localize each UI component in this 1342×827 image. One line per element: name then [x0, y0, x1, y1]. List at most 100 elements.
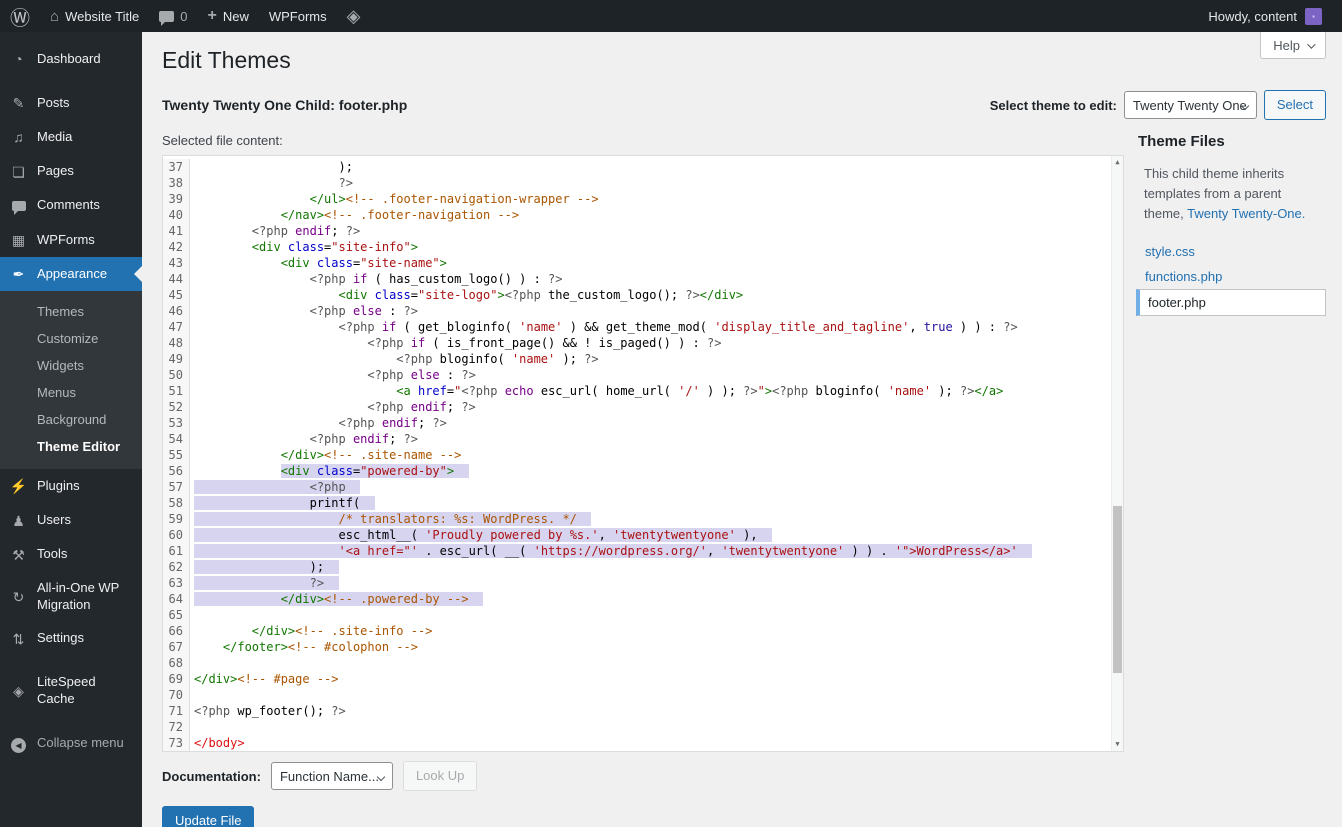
wordpress-logo-menu[interactable]: Ⓦ — [0, 0, 40, 32]
wpforms-icon: ▦ — [9, 231, 28, 249]
theme-select[interactable]: Twenty Twenty One — [1124, 91, 1257, 119]
code-line[interactable]: 52 <?php endif; ?> — [163, 399, 1123, 415]
migration-admin-bar-menu[interactable]: ◈ — [337, 0, 371, 32]
parent-theme-link[interactable]: Twenty Twenty-One. — [1187, 206, 1305, 221]
code-text: <a href="<?php echo esc_url( home_url( '… — [190, 383, 1003, 399]
site-name-label: Website Title — [65, 9, 139, 24]
appearance-icon: ✒ — [9, 265, 28, 283]
code-line[interactable]: 38 ?> — [163, 175, 1123, 191]
scroll-down-arrow[interactable]: ▼ — [1112, 738, 1123, 751]
sidebar-item-users[interactable]: ♟Users — [0, 504, 142, 538]
code-line[interactable]: 71<?php wp_footer(); ?> — [163, 703, 1123, 719]
code-line[interactable]: 61 '<a href="' . esc_url( __( 'https://w… — [163, 543, 1123, 559]
sidebar-item-collapse-menu[interactable]: ◀Collapse menu — [0, 726, 142, 761]
code-line[interactable]: 53 <?php endif; ?> — [163, 415, 1123, 431]
theme-select-value: Twenty Twenty One — [1133, 98, 1247, 113]
code-line[interactable]: 60 esc_html__( 'Proudly powered by %s.',… — [163, 527, 1123, 543]
code-line[interactable]: 40 </nav><!-- .footer-navigation --> — [163, 207, 1123, 223]
code-line[interactable]: 49 <?php bloginfo( 'name' ); ?> — [163, 351, 1123, 367]
code-line[interactable]: 62 ); — [163, 559, 1123, 575]
howdy-menu[interactable]: Howdy, content ▪ — [1198, 0, 1332, 32]
editor-scrollbar[interactable]: ▲ ▼ — [1111, 156, 1123, 751]
wpforms-menu[interactable]: WPForms — [259, 0, 337, 32]
code-text: </div><!-- .site-info --> — [190, 623, 432, 639]
line-number: 65 — [163, 607, 190, 623]
code-text: <?php if ( is_front_page() && ! is_paged… — [190, 335, 721, 351]
code-line[interactable]: 43 <div class="site-name"> — [163, 255, 1123, 271]
code-line[interactable]: 59 /* translators: %s: WordPress. */ — [163, 511, 1123, 527]
file-item-style-css[interactable]: style.css — [1136, 239, 1326, 264]
submenu-item-background[interactable]: Background — [0, 406, 142, 433]
submenu-item-customize[interactable]: Customize — [0, 325, 142, 352]
code-line[interactable]: 51 <a href="<?php echo esc_url( home_url… — [163, 383, 1123, 399]
code-line[interactable]: 68 — [163, 655, 1123, 671]
comments-menu[interactable]: 0 — [149, 0, 197, 32]
code-line[interactable]: 44 <?php if ( has_custom_logo() ) : ?> — [163, 271, 1123, 287]
sidebar-item-dashboard[interactable]: ◔Dashboard — [0, 42, 142, 76]
code-line[interactable]: 64 </div><!-- .powered-by --> — [163, 591, 1123, 607]
code-line[interactable]: 50 <?php else : ?> — [163, 367, 1123, 383]
code-line[interactable]: 54 <?php endif; ?> — [163, 431, 1123, 447]
sidebar-item-plugins[interactable]: ⚡Plugins — [0, 469, 142, 503]
new-content-menu[interactable]: + New — [197, 0, 258, 32]
submenu-item-theme-editor[interactable]: Theme Editor — [0, 433, 142, 460]
sidebar-item-posts[interactable]: ✎Posts — [0, 86, 142, 120]
lookup-button[interactable]: Look Up — [403, 761, 477, 791]
code-line[interactable]: 45 <div class="site-logo"><?php the_cust… — [163, 287, 1123, 303]
code-line[interactable]: 67 </footer><!-- #colophon --> — [163, 639, 1123, 655]
code-text: <?php endif; ?> — [190, 415, 447, 431]
file-item-footer-php[interactable]: footer.php — [1136, 289, 1326, 316]
sidebar-item-all-in-one-wp-migration[interactable]: ↻All-in-One WP Migration — [0, 572, 142, 622]
sidebar-item-comments[interactable]: Comments — [0, 189, 142, 223]
code-line[interactable]: 63 ?> — [163, 575, 1123, 591]
scrollbar-thumb[interactable] — [1113, 506, 1122, 673]
sidebar-item-label: Dashboard — [37, 51, 101, 68]
code-line[interactable]: 48 <?php if ( is_front_page() && ! is_pa… — [163, 335, 1123, 351]
code-line[interactable]: 42 <div class="site-info"> — [163, 239, 1123, 255]
sidebar-item-pages[interactable]: ❏Pages — [0, 155, 142, 189]
file-item-functions-php[interactable]: functions.php — [1136, 264, 1326, 289]
code-text — [190, 655, 194, 671]
code-line[interactable]: 66 </div><!-- .site-info --> — [163, 623, 1123, 639]
code-text: <div class="site-info"> — [190, 239, 418, 255]
code-line[interactable]: 69</div><!-- #page --> — [163, 671, 1123, 687]
documentation-select[interactable]: Function Name... — [271, 762, 393, 790]
code-line[interactable]: 70 — [163, 687, 1123, 703]
submenu-item-widgets[interactable]: Widgets — [0, 352, 142, 379]
select-theme-button[interactable]: Select — [1264, 90, 1326, 120]
submenu-item-menus[interactable]: Menus — [0, 379, 142, 406]
code-line[interactable]: 37 ); — [163, 159, 1123, 175]
code-text: <?php — [190, 479, 360, 495]
site-name-menu[interactable]: ⌂ Website Title — [40, 0, 149, 32]
wordpress-admin: Ⓦ ⌂ Website Title 0 + New WPForms ◈ — [0, 0, 1342, 827]
code-line[interactable]: 57 <?php — [163, 479, 1123, 495]
code-editor[interactable]: 37 );38 ?>39 </ul><!-- .footer-navigatio… — [162, 155, 1124, 752]
sidebar-item-settings[interactable]: ⇅Settings — [0, 622, 142, 656]
help-button[interactable]: Help — [1260, 32, 1326, 59]
code-line[interactable]: 65 — [163, 607, 1123, 623]
code-line[interactable]: 46 <?php else : ?> — [163, 303, 1123, 319]
code-line[interactable]: 73</body> — [163, 735, 1123, 751]
scroll-up-arrow[interactable]: ▲ — [1112, 156, 1123, 169]
code-line[interactable]: 55 </div><!-- .site-name --> — [163, 447, 1123, 463]
sidebar-item-media[interactable]: ♫Media — [0, 120, 142, 154]
code-line[interactable]: 72 — [163, 719, 1123, 735]
code-line[interactable]: 47 <?php if ( get_bloginfo( 'name' ) && … — [163, 319, 1123, 335]
select-theme-label: Select theme to edit: — [990, 98, 1117, 113]
code-line[interactable]: 41 <?php endif; ?> — [163, 223, 1123, 239]
submenu-item-themes[interactable]: Themes — [0, 298, 142, 325]
sidebar-item-appearance[interactable]: ✒Appearance — [0, 257, 142, 291]
main-content: Help Edit Themes Twenty Twenty One Child… — [142, 32, 1342, 827]
code-text: ?> — [190, 575, 339, 591]
code-line[interactable]: 58 printf( — [163, 495, 1123, 511]
sidebar-item-wpforms[interactable]: ▦WPForms — [0, 223, 142, 257]
comments-count: 0 — [180, 9, 187, 24]
code-text: </ul><!-- .footer-navigation-wrapper --> — [190, 191, 599, 207]
plugins-icon: ⚡ — [9, 477, 28, 495]
sidebar-item-tools[interactable]: ⚒Tools — [0, 538, 142, 572]
sidebar-item-label: Posts — [37, 95, 70, 112]
code-line[interactable]: 39 </ul><!-- .footer-navigation-wrapper … — [163, 191, 1123, 207]
update-file-button[interactable]: Update File — [162, 806, 254, 827]
code-line[interactable]: 56 <div class="powered-by"> — [163, 463, 1123, 479]
sidebar-item-litespeed-cache[interactable]: ◈LiteSpeed Cache — [0, 666, 142, 716]
